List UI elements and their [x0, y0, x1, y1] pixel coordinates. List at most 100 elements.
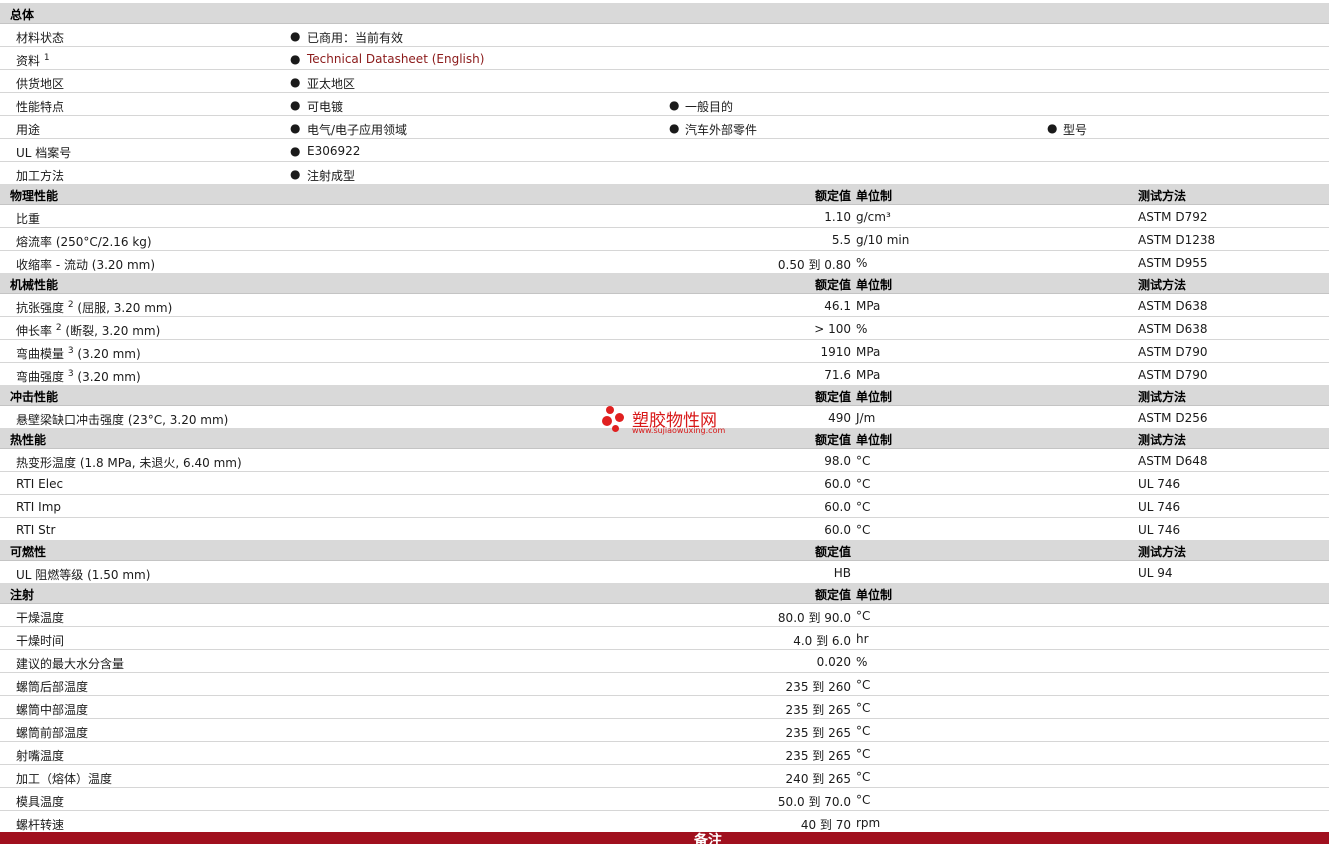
row-unit: rpm — [856, 816, 881, 830]
row-uses: 用途 ● 电气/电子应用领域 ● 汽车外部零件 ● 型号 — [0, 116, 1329, 139]
row-label-condition: (屈服, 3.20 mm) — [73, 301, 173, 315]
row-unit: °C — [856, 678, 871, 692]
row-value: 490 — [828, 411, 851, 425]
row-value: 60.0 — [824, 523, 851, 537]
row-label: 热变形温度 (1.8 MPa, 未退火, 6.40 mm) — [16, 456, 242, 470]
row-label: 材料状态 — [16, 31, 65, 45]
row-unit: g/cm³ — [856, 210, 891, 224]
row-label: UL 档案号 — [16, 146, 72, 160]
row-processing: 加工方法 ● 注射成型 — [0, 162, 1329, 185]
row-test-method: UL 746 — [1138, 477, 1181, 491]
notes-title: 备注 — [694, 833, 722, 844]
row-unit: °C — [856, 770, 871, 784]
row-test-method: UL 746 — [1138, 500, 1181, 514]
datasheet-link[interactable]: Technical Datasheet (English) — [307, 52, 484, 66]
footnote-marker: 1 — [43, 53, 50, 63]
bullet-icon: ● — [1047, 121, 1058, 135]
row-test-method: ASTM D792 — [1138, 210, 1208, 224]
row-unit: °C — [856, 500, 871, 514]
row-value: E306922 — [307, 144, 361, 158]
bullet-icon: ● — [290, 98, 301, 112]
nominal-header: 额定值 — [814, 390, 851, 404]
row-label-text: 资料 — [16, 54, 41, 68]
row-test-method: ASTM D790 — [1138, 368, 1208, 382]
row-label-condition: (3.20 mm) — [73, 370, 141, 384]
row-value: > 100 — [814, 322, 851, 336]
test-header: 测试方法 — [1138, 433, 1187, 447]
nominal-header: 额定值 — [814, 588, 851, 602]
row-value: 亚太地区 — [307, 77, 356, 91]
row-mold-temp: 模具温度 50.0 到 70.0 °C — [0, 788, 1329, 811]
row-label-condition: (断裂, 3.20 mm) — [61, 324, 161, 338]
row-label: 供货地区 — [16, 77, 65, 91]
nominal-header: 额定值 — [814, 433, 851, 447]
row-front-temp: 螺筒前部温度 235 到 265 °C — [0, 719, 1329, 742]
row-label-text: 伸长率 — [16, 324, 53, 338]
row-value: 0.020 — [816, 655, 851, 669]
row-label-text: 抗张强度 — [16, 301, 65, 315]
section-header-impact: 冲击性能 额定值 单位制 测试方法 — [0, 385, 1329, 406]
row-value: 一般目的 — [685, 100, 734, 114]
row-ul-rating: UL 阻燃等级 (1.50 mm) HB UL 94 — [0, 561, 1329, 584]
test-header: 测试方法 — [1138, 390, 1187, 404]
row-drying-time: 干燥时间 4.0 到 6.0 hr — [0, 627, 1329, 650]
row-unit: °C — [856, 454, 871, 468]
unit-header: 单位制 — [856, 189, 893, 203]
bullet-icon: ● — [669, 98, 680, 112]
section-header-general: 总体 — [0, 3, 1329, 24]
row-value: 50.0 到 70.0 — [777, 795, 851, 809]
row-value: 235 到 265 — [785, 749, 851, 763]
row-value: 60.0 — [824, 500, 851, 514]
row-melt-temp: 加工（熔体）温度 240 到 265 °C — [0, 765, 1329, 788]
row-unit: °C — [856, 724, 871, 738]
row-value: 1.10 — [824, 210, 851, 224]
nominal-header: 额定值 — [814, 278, 851, 292]
row-rti-elec: RTI Elec 60.0 °C UL 746 — [0, 472, 1329, 495]
row-unit: °C — [856, 747, 871, 761]
row-label-text: 弯曲模量 — [16, 347, 65, 361]
row-value: 235 到 265 — [785, 726, 851, 740]
row-value: 80.0 到 90.0 — [777, 611, 851, 625]
row-label: RTI Imp — [16, 500, 61, 514]
row-label: 弯曲模量 3 (3.20 mm) — [16, 345, 141, 362]
row-label: 干燥时间 — [16, 634, 65, 648]
row-value: 40 到 70 — [800, 818, 851, 832]
row-unit: °C — [856, 793, 871, 807]
row-max-moisture: 建议的最大水分含量 0.020 % — [0, 650, 1329, 673]
logo-dot — [602, 416, 612, 426]
row-value: HB — [833, 566, 851, 580]
row-value: 1910 — [820, 345, 851, 359]
section-title: 可燃性 — [10, 545, 47, 559]
row-features: 性能特点 ● 可电镀 ● 一般目的 — [0, 93, 1329, 116]
row-value: 235 到 265 — [785, 703, 851, 717]
row-shrinkage: 收缩率 - 流动 (3.20 mm) 0.50 到 0.80 % ASTM D9… — [0, 251, 1329, 274]
row-unit: MPa — [856, 299, 881, 313]
nominal-header: 额定值 — [814, 545, 851, 559]
test-header: 测试方法 — [1138, 545, 1187, 559]
row-value: 可电镀 — [307, 100, 344, 114]
test-header: 测试方法 — [1138, 278, 1187, 292]
row-unit: % — [856, 322, 868, 336]
logo-dot — [615, 413, 624, 422]
row-value: 240 到 265 — [785, 772, 851, 786]
row-unit: J/m — [856, 411, 876, 425]
bullet-icon: ● — [669, 121, 680, 135]
section-title: 物理性能 — [10, 189, 59, 203]
row-label: 抗张强度 2 (屈服, 3.20 mm) — [16, 299, 172, 316]
unit-header: 单位制 — [856, 278, 893, 292]
section-header-mechanical: 机械性能 额定值 单位制 测试方法 — [0, 273, 1329, 294]
row-screw-speed: 螺杆转速 40 到 70 rpm — [0, 811, 1329, 834]
row-label: 资料 1 — [16, 52, 50, 69]
row-rti-str: RTI Str 60.0 °C UL 746 — [0, 518, 1329, 541]
row-label: RTI Str — [16, 523, 56, 537]
row-label: 用途 — [16, 123, 41, 137]
row-value: 60.0 — [824, 477, 851, 491]
row-region: 供货地区 ● 亚太地区 — [0, 70, 1329, 93]
row-label-condition: (3.20 mm) — [73, 347, 141, 361]
row-melt-flow: 熔流率 (250°C/2.16 kg) 5.5 g/10 min ASTM D1… — [0, 228, 1329, 251]
row-unit: hr — [856, 632, 869, 646]
row-drying-temp: 干燥温度 80.0 到 90.0 °C — [0, 604, 1329, 627]
row-label: RTI Elec — [16, 477, 64, 491]
row-label: 螺筒中部温度 — [16, 703, 89, 717]
row-unit: °C — [856, 477, 871, 491]
